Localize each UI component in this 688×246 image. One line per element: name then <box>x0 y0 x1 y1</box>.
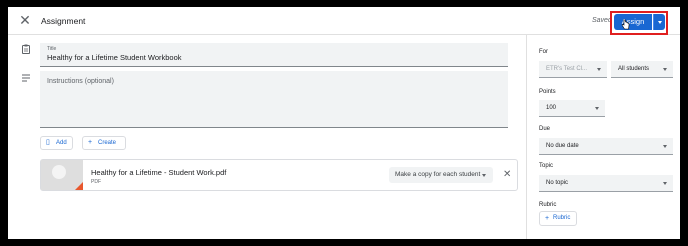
chevron-down-icon <box>597 68 601 71</box>
title-field[interactable]: Title Healthy for a Lifetime Student Wor… <box>40 43 508 67</box>
saved-status: Saved <box>592 17 612 24</box>
plus-icon: + <box>545 215 550 222</box>
assignment-editor: ✕ Assignment Saved Assign Title Healthy … <box>8 7 680 239</box>
close-icon[interactable]: ✕ <box>18 13 32 27</box>
due-select[interactable]: No due date <box>539 138 673 155</box>
chevron-down-icon <box>663 145 667 148</box>
copy-option-value: Make a copy for each student <box>395 171 481 178</box>
instructions-field[interactable]: Instructions (optional) <box>40 71 508 128</box>
due-value: No due date <box>546 143 579 149</box>
assign-button[interactable]: Assign <box>614 14 652 30</box>
instructions-placeholder: Instructions (optional) <box>47 78 114 85</box>
settings-sidebar: For ETR's Test Cl... All students Points… <box>526 35 680 239</box>
points-select[interactable]: 100 <box>539 100 605 117</box>
topic-value: No topic <box>546 180 569 186</box>
pdf-thumbnail[interactable] <box>41 160 83 190</box>
paperclip-icon: ▯ <box>46 139 50 146</box>
pdf-corner-icon <box>75 182 83 190</box>
attachment-card[interactable]: Healthy for a Lifetime - Student Work.pd… <box>40 159 518 191</box>
rubric-button-label: Rubric <box>553 215 571 221</box>
due-label: Due <box>539 126 551 132</box>
chevron-down-icon <box>663 182 667 185</box>
create-label: Create <box>98 140 117 146</box>
notes-icon <box>22 74 30 82</box>
class-select[interactable]: ETR's Test Cl... <box>539 61 607 78</box>
chevron-down-icon <box>663 68 667 71</box>
rubric-label: Rubric <box>539 202 557 208</box>
chevron-down-icon <box>482 174 486 177</box>
remove-attachment-icon[interactable]: ✕ <box>503 169 511 181</box>
add-button[interactable]: ▯ Add <box>40 136 73 150</box>
create-button[interactable]: + Create <box>82 136 126 150</box>
copy-option-select[interactable]: Make a copy for each student <box>389 167 493 183</box>
add-label: Add <box>56 140 67 146</box>
assign-options-dropdown[interactable] <box>653 14 665 30</box>
points-label: Points <box>539 89 556 95</box>
assignment-icon <box>22 44 30 54</box>
chevron-down-icon <box>595 107 599 110</box>
students-select[interactable]: All students <box>611 61 673 78</box>
top-bar: ✕ Assignment Saved Assign <box>8 7 680 35</box>
attachment-name[interactable]: Healthy for a Lifetime - Student Work.pd… <box>91 168 226 177</box>
title-input-value[interactable]: Healthy for a Lifetime Student Workbook <box>47 53 182 62</box>
main-content: Title Healthy for a Lifetime Student Wor… <box>40 35 522 239</box>
for-label: For <box>539 49 548 55</box>
topic-label: Topic <box>539 163 554 169</box>
thumbnail-circle <box>52 165 66 179</box>
page-title: Assignment <box>41 16 86 26</box>
title-label: Title <box>47 46 57 52</box>
topic-select[interactable]: No topic <box>539 175 673 192</box>
class-value: ETR's Test Cl... <box>546 66 588 72</box>
plus-icon: + <box>88 139 93 146</box>
add-rubric-button[interactable]: + Rubric <box>539 211 577 226</box>
points-value: 100 <box>546 105 557 111</box>
attachment-type: PDF <box>91 179 101 185</box>
students-value: All students <box>618 66 650 72</box>
hand-cursor-icon <box>621 19 630 30</box>
